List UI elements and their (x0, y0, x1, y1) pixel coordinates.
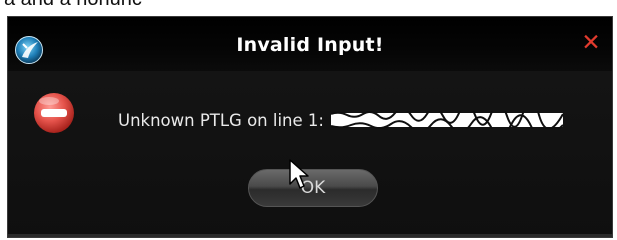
invalid-input-dialog: Invalid Input! ✕ Unknown PTLG on line 1: (7, 16, 613, 238)
redacted-value (331, 111, 564, 129)
background-window-strip: a and a nonunc (0, 0, 617, 14)
background-partial-text: a and a nonunc (4, 0, 142, 11)
dialog-titlebar[interactable]: Invalid Input! ✕ (8, 17, 612, 71)
close-icon[interactable]: ✕ (580, 31, 602, 55)
error-message: Unknown PTLG on line 1: (118, 111, 564, 130)
dialog-body: Unknown PTLG on line 1: OK (8, 71, 612, 237)
dialog-bottom-edge (8, 234, 612, 237)
error-stop-icon (34, 93, 74, 133)
mouse-pointer-icon (289, 159, 309, 189)
dialog-title: Invalid Input! (236, 34, 384, 56)
error-message-text: Unknown PTLG on line 1: (118, 111, 324, 130)
